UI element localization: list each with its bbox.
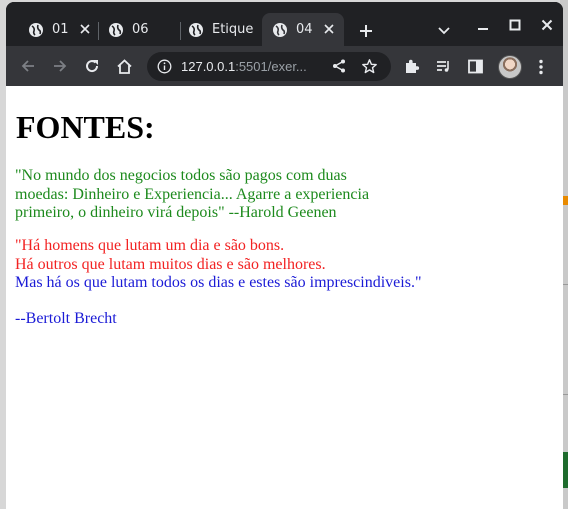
browser-window: 01 06 Etique 04 127.0.0.1:5501/exer... F… xyxy=(6,2,563,509)
home-icon xyxy=(116,58,132,74)
side-panel-icon xyxy=(468,59,483,74)
browser-toolbar: 127.0.0.1:5501/exer... xyxy=(6,46,563,86)
close-icon xyxy=(541,19,553,31)
tab-search-button[interactable] xyxy=(436,23,452,39)
quote-line: Mas há os que lutam todos os dias e este… xyxy=(15,274,422,291)
tab-title: 01 xyxy=(52,22,69,37)
url-path: :5501/exer... xyxy=(235,59,307,74)
quote-geenen: "No mundo dos negocios todos são pagos c… xyxy=(15,167,369,223)
quote-line: "No mundo dos negocios todos são pagos c… xyxy=(15,167,347,184)
kebab-menu-icon xyxy=(538,59,543,74)
quote-line: moedas: Dinheiro e Experiencia... Agarre… xyxy=(15,185,370,203)
tab-01[interactable]: 01 xyxy=(18,13,100,46)
tab-etique[interactable]: Etique xyxy=(178,13,264,46)
page-heading: FONTES: xyxy=(16,109,155,145)
tab-04[interactable]: 04 xyxy=(262,13,344,46)
tab-strip: 01 06 Etique 04 xyxy=(6,2,563,46)
globe-icon xyxy=(108,22,124,38)
home-button[interactable] xyxy=(114,56,134,76)
media-controls-button[interactable] xyxy=(435,58,452,75)
back-button[interactable] xyxy=(18,56,38,76)
plus-icon xyxy=(360,25,372,37)
page-content: FONTES: "No mundo dos negocios todos são… xyxy=(6,86,563,509)
share-icon[interactable] xyxy=(331,58,347,74)
quote-line: "Há homens que lutam um dia e são bons. xyxy=(15,237,285,254)
close-icon[interactable] xyxy=(322,22,336,36)
chevron-down-icon xyxy=(438,27,450,35)
side-panel-button[interactable] xyxy=(467,58,484,75)
tab-06[interactable]: 06 xyxy=(98,13,178,46)
forward-button[interactable] xyxy=(50,56,70,76)
close-icon[interactable] xyxy=(78,22,92,36)
quote-brecht: "Há homens que lutam um dia e são bons. … xyxy=(15,237,421,293)
tab-title: Etique xyxy=(212,22,254,37)
arrow-left-icon xyxy=(21,60,34,72)
close-window-button[interactable] xyxy=(534,14,560,36)
reload-icon xyxy=(86,60,99,73)
reload-button[interactable] xyxy=(82,56,102,76)
tab-title: 04 xyxy=(296,22,313,37)
quote-line: primeiro, o dinheiro virá depois" --Haro… xyxy=(15,204,337,221)
globe-icon xyxy=(28,22,44,38)
playlist-icon xyxy=(437,61,449,72)
extensions-button[interactable] xyxy=(403,58,420,75)
new-tab-button[interactable] xyxy=(356,21,376,41)
globe-icon xyxy=(188,22,204,38)
address-bar[interactable]: 127.0.0.1:5501/exer... xyxy=(147,52,391,81)
quote-author: --Bertolt Brecht xyxy=(15,310,117,327)
minimize-button[interactable] xyxy=(470,14,496,36)
tab-title: 06 xyxy=(132,22,149,37)
maximize-icon xyxy=(509,19,521,31)
info-icon[interactable] xyxy=(157,59,172,74)
url-host: 127.0.0.1 xyxy=(181,59,236,74)
bookmark-star-icon[interactable] xyxy=(361,58,378,75)
profile-avatar[interactable] xyxy=(498,55,522,79)
arrow-right-icon xyxy=(54,60,67,72)
minimize-icon xyxy=(478,28,488,30)
url-text[interactable]: 127.0.0.1:5501/exer... xyxy=(181,59,323,74)
quote-line: Há outros que lutam muitos dias e são me… xyxy=(15,255,326,273)
desktop-accent xyxy=(563,196,568,205)
maximize-button[interactable] xyxy=(502,14,528,36)
menu-button[interactable] xyxy=(532,58,549,75)
puzzle-icon xyxy=(406,59,420,73)
globe-icon xyxy=(272,22,288,38)
